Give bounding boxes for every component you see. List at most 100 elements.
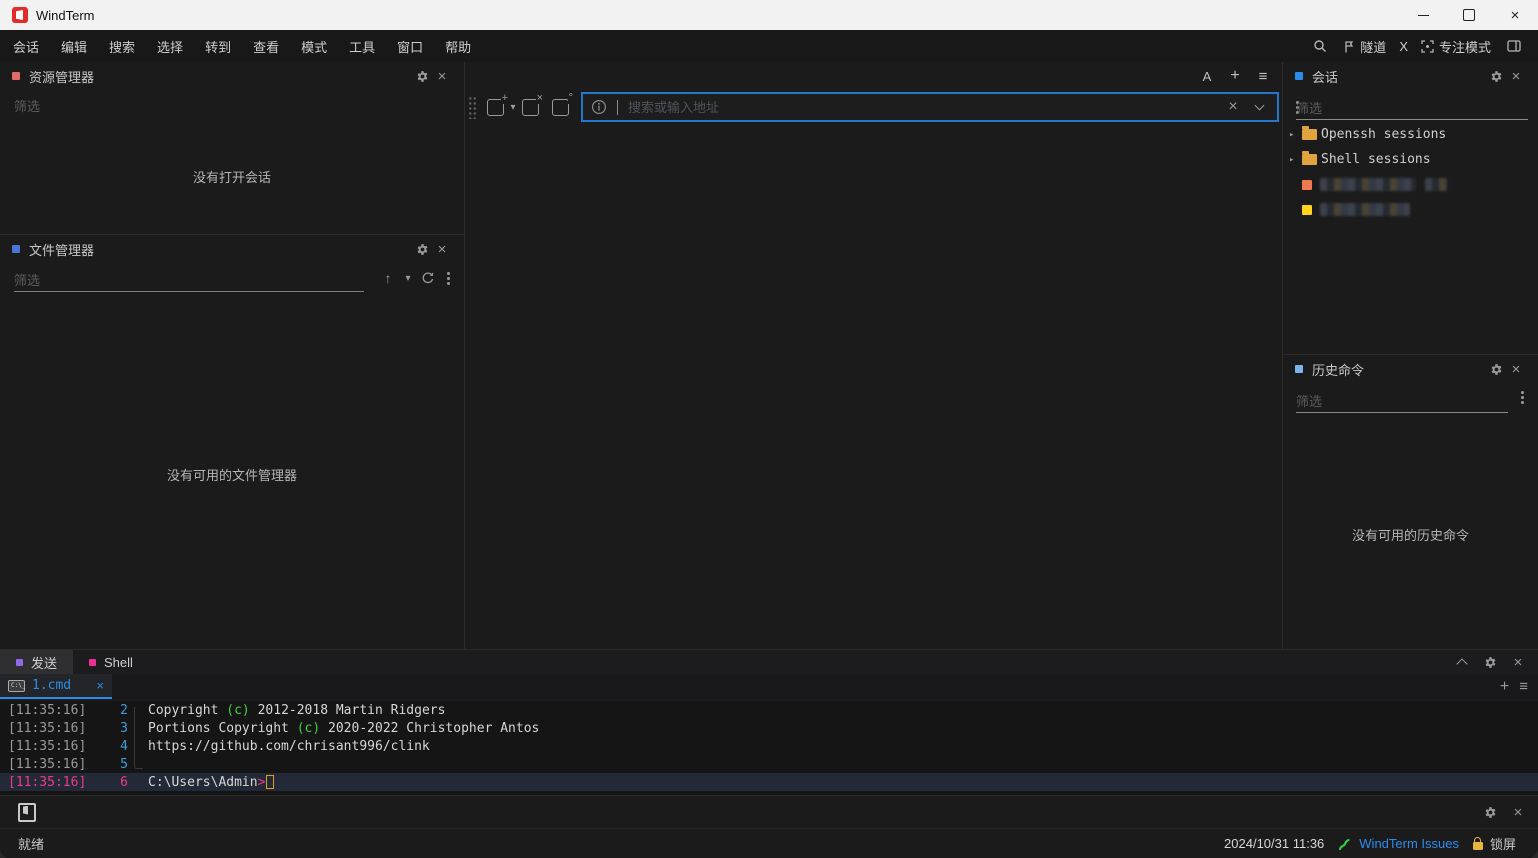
menu-goto[interactable]: 转到: [194, 37, 242, 56]
terminal-tab-close-icon[interactable]: ×: [96, 678, 104, 693]
drag-handle[interactable]: [467, 95, 476, 119]
expand-arrow-icon[interactable]: ▸: [1289, 155, 1302, 165]
menu-search[interactable]: 搜索: [98, 37, 146, 56]
menu-edit[interactable]: 编辑: [50, 37, 98, 56]
shell-tab-icon: [89, 659, 96, 666]
history-empty-text: 没有可用的历史命令: [1283, 525, 1538, 544]
add-icon[interactable]: +: [1226, 67, 1244, 85]
address-input[interactable]: [626, 99, 1223, 116]
hamburger-menu-icon[interactable]: ≡: [1254, 68, 1272, 85]
menu-session[interactable]: 会话: [2, 37, 50, 56]
terminal-line: [11:35:16] 5: [0, 755, 1538, 773]
status-ready-text: 就绪: [18, 834, 44, 853]
dock-settings-gear-icon[interactable]: [1480, 652, 1500, 672]
search-icon[interactable]: [1310, 36, 1330, 56]
explorer-filter-input[interactable]: [14, 99, 450, 114]
new-tab-icon[interactable]: +: [487, 99, 504, 116]
line-number: 6: [94, 775, 128, 790]
menu-select[interactable]: 选择: [146, 37, 194, 56]
tab-send[interactable]: 发送: [0, 650, 73, 674]
session-filter-input[interactable]: [1296, 101, 1528, 116]
tree-item-redacted-session[interactable]: [1283, 197, 1538, 222]
bottom-dock: 发送 Shell × C:\_ 1.cmd × + ≡: [0, 649, 1538, 795]
menu-window[interactable]: 窗口: [386, 37, 434, 56]
line-timestamp: [11:35:16]: [0, 703, 94, 718]
explorer-empty-text: 没有打开会话: [0, 167, 464, 186]
terminal-tab-1cmd[interactable]: C:\_ 1.cmd ×: [0, 674, 112, 699]
layout-panel-icon[interactable]: [1504, 36, 1524, 56]
explorer-settings-gear-icon[interactable]: [412, 66, 432, 86]
session-item-icon: [1302, 180, 1312, 190]
file-manager-close-icon[interactable]: ×: [432, 239, 452, 259]
file-manager-panel-icon: [12, 245, 20, 253]
windterm-window: WindTerm × 会话 编辑 搜索 选择 转到 查看 模式 工具 窗口 帮助…: [0, 0, 1538, 858]
send-target-icon[interactable]: [18, 803, 36, 822]
tunnel-label: 隧道: [1360, 37, 1386, 56]
info-icon[interactable]: [591, 99, 607, 115]
redacted-label: [1320, 178, 1416, 191]
tree-item-redacted-session[interactable]: [1283, 172, 1538, 197]
upload-dropdown-icon[interactable]: ▾: [398, 268, 418, 288]
expand-arrow-icon[interactable]: ▸: [1289, 130, 1302, 140]
file-manager-empty-text: 没有可用的文件管理器: [0, 465, 464, 484]
history-more-icon[interactable]: [1512, 387, 1532, 407]
terminal-current-line: [11:35:16] 6 C:\Users\Admin>: [0, 773, 1538, 791]
new-terminal-icon[interactable]: +: [1500, 678, 1509, 696]
windterm-issues-link[interactable]: WindTerm Issues: [1338, 836, 1459, 851]
line-text: Portions Copyright (c) 2020-2022 Christo…: [128, 721, 539, 736]
tunnel-button[interactable]: 隧道: [1343, 37, 1386, 56]
menu-help[interactable]: 帮助: [434, 37, 482, 56]
send-settings-gear-icon[interactable]: [1480, 802, 1500, 822]
x-mode-button[interactable]: X: [1399, 39, 1408, 54]
file-manager-more-icon[interactable]: [438, 268, 458, 288]
session-close-icon[interactable]: ×: [1506, 66, 1526, 86]
menu-mode[interactable]: 模式: [290, 37, 338, 56]
history-settings-gear-icon[interactable]: [1486, 359, 1506, 379]
collapse-panel-icon[interactable]: [1452, 652, 1472, 672]
explorer-close-icon[interactable]: ×: [432, 66, 452, 86]
menu-view[interactable]: 查看: [242, 37, 290, 56]
tab-shell[interactable]: Shell: [73, 650, 149, 674]
minimize-button[interactable]: [1400, 0, 1446, 30]
line-number: 4: [94, 739, 128, 754]
line-text: Copyright (c) 2012-2018 Martin Ridgers: [128, 703, 445, 718]
session-settings-gear-icon[interactable]: [1486, 66, 1506, 86]
menu-tools[interactable]: 工具: [338, 37, 386, 56]
center-area: A + ≡ + ▾ × ° ×: [465, 62, 1282, 649]
file-manager-settings-gear-icon[interactable]: [412, 239, 432, 259]
send-tab-icon: [16, 659, 23, 666]
titlebar: WindTerm ×: [0, 0, 1538, 30]
tree-item-label: Shell sessions: [1321, 152, 1431, 167]
upload-arrow-icon[interactable]: ↑: [378, 268, 398, 288]
font-appearance-button[interactable]: A: [1198, 69, 1216, 84]
maximize-button[interactable]: [1446, 0, 1492, 30]
line-timestamp: [11:35:16]: [0, 739, 94, 754]
line-number: 2: [94, 703, 128, 718]
menubar: 会话 编辑 搜索 选择 转到 查看 模式 工具 窗口 帮助 隧道 X 专注模式: [0, 30, 1538, 62]
lock-screen-button[interactable]: 锁屏: [1473, 834, 1516, 853]
file-manager-filter-input[interactable]: [14, 273, 364, 288]
tree-item-openssh-sessions[interactable]: ▸ Openssh sessions: [1283, 122, 1538, 147]
history-close-icon[interactable]: ×: [1506, 359, 1526, 379]
terminal-list-icon[interactable]: ≡: [1519, 678, 1528, 695]
terminal-line: [11:35:16] 4 https://github.com/chrisant…: [0, 737, 1538, 755]
refresh-icon[interactable]: [418, 268, 438, 288]
address-bar[interactable]: ×: [581, 92, 1279, 122]
close-tab-icon[interactable]: ×: [522, 99, 539, 116]
focus-mode-button[interactable]: 专注模式: [1421, 37, 1491, 56]
address-clear-icon[interactable]: ×: [1223, 97, 1243, 117]
terminal-output[interactable]: [11:35:16] 2 Copyright (c) 2012-2018 Mar…: [0, 701, 1538, 798]
tree-item-shell-sessions[interactable]: ▸ Shell sessions: [1283, 147, 1538, 172]
flag-icon: [1343, 40, 1355, 53]
redacted-label: [1320, 203, 1410, 216]
history-filter-input[interactable]: [1296, 394, 1508, 409]
send-tab-label: 发送: [31, 653, 57, 672]
dock-close-icon[interactable]: ×: [1508, 652, 1528, 672]
fold-end-marker: [134, 759, 143, 769]
clone-tab-icon[interactable]: °: [552, 99, 569, 116]
address-dropdown-icon[interactable]: [1249, 97, 1269, 117]
explorer-panel: 资源管理器 × 没有打开会话: [0, 62, 464, 235]
send-close-icon[interactable]: ×: [1508, 802, 1528, 822]
close-button[interactable]: ×: [1492, 0, 1538, 30]
line-number: 5: [94, 757, 128, 772]
